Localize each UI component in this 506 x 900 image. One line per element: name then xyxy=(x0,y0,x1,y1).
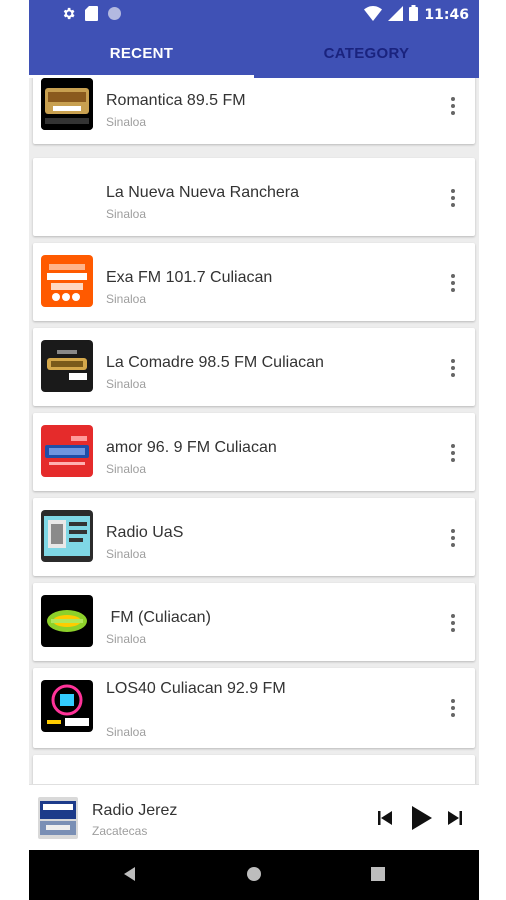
station-region: Sinaloa xyxy=(106,115,147,129)
recents-icon[interactable] xyxy=(370,865,386,888)
station-name: La Nueva Nueva Ranchera xyxy=(106,184,300,201)
station-card[interactable]: La Nueva Nueva Ranchera Sinaloa xyxy=(33,158,475,236)
skip-next-icon[interactable] xyxy=(448,811,462,830)
now-playing-artwork xyxy=(38,797,78,839)
skip-previous-icon[interactable] xyxy=(378,811,392,830)
settings-icon xyxy=(61,6,76,26)
station-name: Romantica 89.5 FM xyxy=(106,92,246,109)
station-logo xyxy=(41,425,93,477)
station-list[interactable]: Romantica 89.5 FM Sinaloa La Nueva Nueva… xyxy=(29,78,479,784)
station-region: Sinaloa xyxy=(106,547,147,561)
station-region: Sinaloa xyxy=(106,725,147,739)
station-logo xyxy=(41,595,93,647)
station-logo xyxy=(41,680,93,732)
notification-dot-icon xyxy=(107,6,122,26)
station-region: Sinaloa xyxy=(106,462,147,476)
tab-recent[interactable]: RECENT xyxy=(29,29,254,78)
station-name: Exa FM 101.7 Culiacan xyxy=(106,269,273,286)
more-options-icon[interactable] xyxy=(445,356,461,380)
station-name: FM (Culiacan) xyxy=(106,609,211,626)
station-card[interactable]: Radio UaS Sinaloa xyxy=(33,498,475,576)
station-region: Sinaloa xyxy=(106,632,147,646)
more-options-icon[interactable] xyxy=(445,441,461,465)
now-playing-title: Radio Jerez xyxy=(92,802,178,819)
tab-category[interactable]: CATEGORY xyxy=(254,29,479,78)
station-logo xyxy=(41,255,93,307)
now-playing-region: Zacatecas xyxy=(92,824,148,838)
station-card[interactable]: La Comadre 98.5 FM Culiacan Sinaloa xyxy=(33,328,475,406)
more-options-icon[interactable] xyxy=(445,94,461,118)
station-logo xyxy=(41,78,93,130)
station-card[interactable]: Exa FM 101.7 Culiacan Sinaloa xyxy=(33,243,475,321)
station-region: Sinaloa xyxy=(106,207,147,221)
station-region: Sinaloa xyxy=(106,377,147,391)
station-name: Radio UaS xyxy=(106,524,184,541)
phone-screen: 11:46 RECENT CATEGORY Romantica 89.5 FM … xyxy=(29,0,479,900)
station-logo xyxy=(41,510,93,562)
station-card[interactable]: FM (Culiacan) Sinaloa xyxy=(33,583,475,661)
station-name: LOS40 Culiacan 92.9 FM xyxy=(106,680,286,697)
mini-player[interactable]: Radio Jerez Zacatecas xyxy=(29,784,479,850)
sd-card-icon xyxy=(85,6,98,26)
play-icon[interactable] xyxy=(412,806,432,835)
station-card[interactable]: Romantica 89.5 FM Sinaloa xyxy=(33,78,475,144)
station-name: La Comadre 98.5 FM Culiacan xyxy=(106,354,324,371)
status-time: 11:46 xyxy=(424,7,469,23)
wifi-icon xyxy=(364,5,383,25)
home-icon[interactable] xyxy=(245,865,263,888)
more-options-icon[interactable] xyxy=(445,186,461,210)
battery-icon xyxy=(409,5,419,25)
station-name: amor 96. 9 FM Culiacan xyxy=(106,439,277,456)
status-bar: 11:46 xyxy=(29,0,479,29)
tab-bar: RECENT CATEGORY xyxy=(29,29,479,78)
more-options-icon[interactable] xyxy=(445,696,461,720)
station-card[interactable] xyxy=(33,755,475,784)
more-options-icon[interactable] xyxy=(445,611,461,635)
station-logo xyxy=(41,170,93,222)
signal-icon xyxy=(388,5,404,25)
station-region: Sinaloa xyxy=(106,292,147,306)
station-logo xyxy=(41,340,93,392)
more-options-icon[interactable] xyxy=(445,271,461,295)
system-navigation-bar xyxy=(29,850,479,900)
back-icon[interactable] xyxy=(121,865,139,888)
station-card[interactable]: amor 96. 9 FM Culiacan Sinaloa xyxy=(33,413,475,491)
station-card[interactable]: LOS40 Culiacan 92.9 FM Sinaloa xyxy=(33,668,475,748)
more-options-icon[interactable] xyxy=(445,526,461,550)
